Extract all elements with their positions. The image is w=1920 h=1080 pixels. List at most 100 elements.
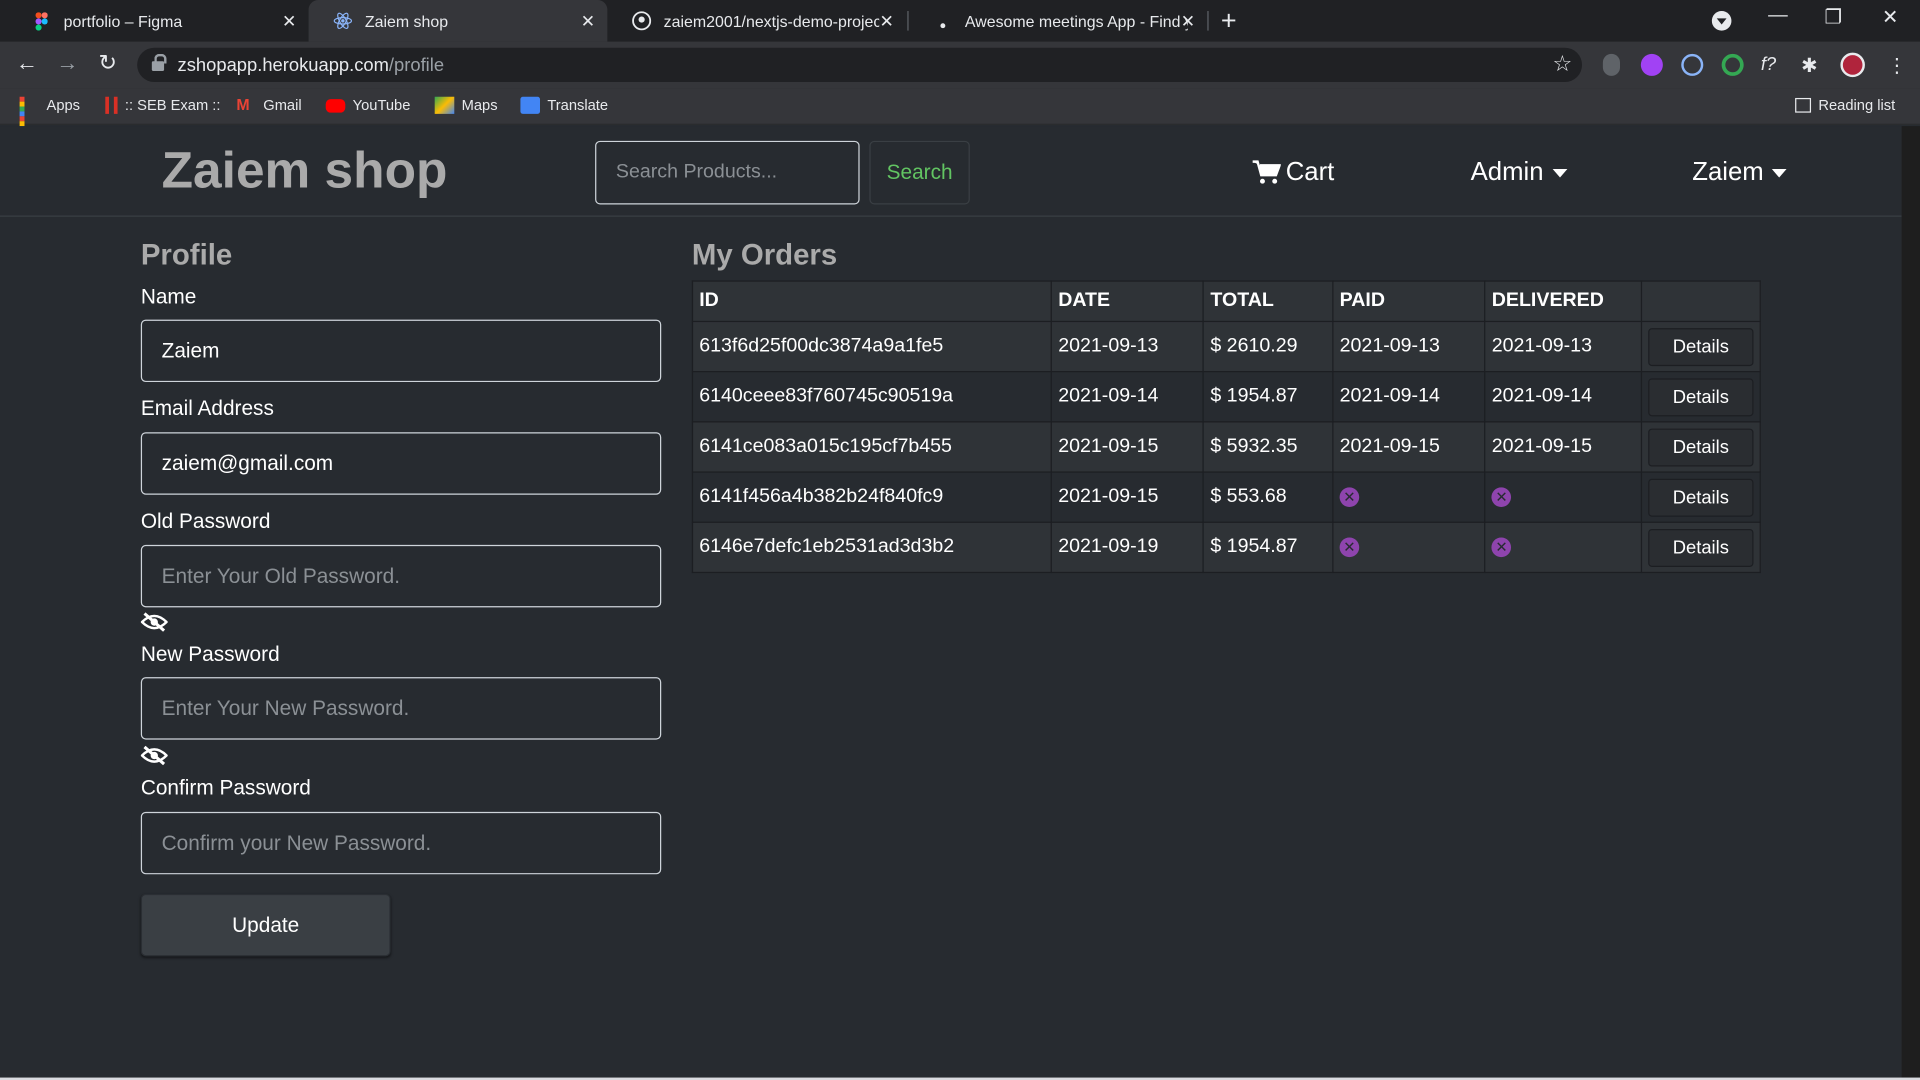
column-header: TOTAL — [1202, 280, 1334, 323]
user-dropdown[interactable]: Zaiem — [1692, 158, 1787, 187]
order-actions-cell: Details — [1640, 371, 1761, 423]
order-paid-cell: 2021-09-14 — [1332, 371, 1486, 423]
order-delivered-cell: 2021-09-15 — [1484, 421, 1643, 473]
table-row: 6146e7defc1eb2531ad3d3b2 2021-09-19 $ 1954… — [691, 521, 1761, 574]
column-header: PAID — [1332, 280, 1486, 323]
close-tab-icon[interactable]: ✕ — [581, 11, 595, 32]
tab-zaiem-shop[interactable]: Zaiem shop ✕ — [308, 0, 608, 42]
order-total-cell: $ 2610.29 — [1202, 320, 1334, 373]
apps-grid-icon — [19, 96, 40, 141]
meetings-icon — [933, 11, 953, 31]
tab-title: Zaiem shop — [364, 11, 449, 31]
order-total-cell: $ 1954.87 — [1202, 521, 1334, 574]
extension-icon[interactable] — [1602, 53, 1621, 76]
order-id-cell: 613f6d25f00dc3874a9a1fe5 — [691, 320, 1053, 373]
eye-slash-icon[interactable] — [140, 745, 168, 766]
table-row: 6141ce083a015c195cf7b455 2021-09-15 $ 5932… — [691, 421, 1761, 473]
avatar[interactable] — [1840, 52, 1865, 78]
restore-icon[interactable]: ❐ — [1825, 5, 1843, 29]
order-delivered-cell: 2021-09-13 — [1484, 320, 1643, 373]
maps-icon — [434, 96, 455, 114]
not-paid-x-icon: ✕ — [1491, 487, 1512, 507]
details-button[interactable]: Details — [1648, 377, 1754, 416]
close-tab-icon[interactable]: ✕ — [282, 11, 296, 32]
figma-icon — [32, 11, 52, 31]
search-button[interactable]: Search — [869, 140, 970, 205]
reading-list-button[interactable]: Reading list — [1795, 97, 1895, 114]
table-row: 613f6d25f00dc3874a9a1fe5 2021-09-13 $ 2610… — [691, 320, 1761, 373]
order-date-cell: 2021-09-19 — [1050, 521, 1205, 574]
order-id-cell: 6141ce083a015c195cf7b455 — [691, 421, 1053, 473]
tab-search-icon[interactable] — [1711, 11, 1732, 31]
minimize-icon[interactable]: — — [1768, 5, 1788, 27]
scrollbar[interactable] — [1901, 126, 1920, 1078]
bookmark-translate[interactable]: Translate — [520, 96, 608, 114]
chevron-down-icon — [1772, 168, 1787, 177]
reading-list-icon — [1795, 97, 1812, 113]
address-bar[interactable]: zshopapp.herokuapp.com/profile ☆ — [137, 47, 1583, 83]
bookmark-seb-exam[interactable]: :: SEB Exam :: — [105, 96, 220, 114]
tab-github[interactable]: zaiem2001/nextjs-demo-project ✕ — [607, 0, 906, 42]
close-tab-icon[interactable]: ✕ — [880, 11, 894, 32]
order-delivered-cell: 2021-09-14 — [1484, 371, 1643, 423]
bookmark-youtube[interactable]: YouTube — [325, 97, 410, 114]
new-password-field[interactable] — [140, 677, 662, 740]
name-field[interactable] — [140, 319, 662, 383]
tab-meetings[interactable]: Awesome meetings App - Find y ✕ — [909, 0, 1208, 42]
forward-icon[interactable]: → — [53, 50, 82, 76]
tab-title: portfolio – Figma — [63, 11, 183, 31]
order-date-cell: 2021-09-15 — [1050, 471, 1205, 523]
seb-icon — [105, 96, 118, 114]
order-id-cell: 6146e7defc1eb2531ad3d3b2 — [691, 521, 1053, 574]
table-row: 6140ceee83f760745c90519a 2021-09-14 $ 1954… — [691, 371, 1761, 423]
order-actions-cell: Details — [1640, 521, 1761, 574]
back-icon[interactable]: ← — [12, 50, 41, 76]
youtube-icon — [325, 98, 346, 113]
puzzle-icon[interactable]: ✱ — [1801, 54, 1823, 77]
order-delivered-cell: ✕ — [1484, 471, 1643, 523]
old-password-field[interactable] — [140, 544, 662, 608]
close-tab-icon[interactable]: ✕ — [1181, 11, 1195, 32]
bookmark-gmail[interactable]: M Gmail — [236, 96, 301, 114]
bookmark-apps[interactable]: Apps — [19, 96, 80, 141]
function-icon[interactable]: f? — [1761, 54, 1783, 76]
details-button[interactable]: Details — [1648, 427, 1754, 466]
search-input[interactable] — [595, 140, 860, 205]
translate-icon — [520, 96, 541, 114]
eye-slash-icon[interactable] — [140, 612, 168, 632]
extension-icon[interactable] — [1721, 53, 1744, 76]
lock-icon — [151, 53, 167, 72]
new-tab-icon[interactable]: + — [1221, 5, 1237, 37]
reload-icon[interactable]: ↻ — [93, 50, 122, 76]
bookmark-maps[interactable]: Maps — [434, 96, 498, 114]
update-button[interactable]: Update — [140, 893, 391, 957]
admin-dropdown[interactable]: Admin — [1471, 158, 1567, 187]
column-header: DELIVERED — [1484, 280, 1643, 323]
orders-title: My Orders — [691, 238, 838, 272]
old-password-label: Old Password — [140, 509, 271, 533]
tab-title: Awesome meetings App - Find y — [964, 11, 1188, 31]
details-button[interactable]: Details — [1648, 528, 1754, 567]
details-button[interactable]: Details — [1648, 327, 1754, 366]
url-text: zshopapp.herokuapp.com/profile — [177, 55, 445, 76]
order-total-cell: $ 5932.35 — [1202, 421, 1334, 473]
column-header: DATE — [1050, 280, 1205, 323]
name-label: Name — [140, 285, 197, 309]
order-paid-cell: 2021-09-13 — [1332, 320, 1486, 373]
confirm-password-label: Confirm Password — [140, 776, 311, 800]
column-header — [1640, 280, 1761, 323]
order-total-cell: $ 1954.87 — [1202, 371, 1334, 423]
react-devtools-icon[interactable] — [1681, 53, 1704, 76]
extension-icon[interactable] — [1640, 53, 1663, 76]
more-menu-icon[interactable]: ⋮ — [1887, 54, 1909, 77]
cart-link[interactable]: Cart — [1251, 158, 1334, 187]
confirm-password-field[interactable] — [140, 811, 662, 875]
close-window-icon[interactable]: ✕ — [1882, 5, 1898, 29]
email-field[interactable] — [140, 432, 662, 495]
bookmark-star-icon[interactable]: ☆ — [1552, 51, 1572, 77]
brand-logo[interactable]: Zaiem shop — [162, 141, 448, 200]
browser-toolbar: ← → ↻ zshopapp.herokuapp.com/profile ☆ — [0, 41, 1920, 89]
tab-figma[interactable]: portfolio – Figma ✕ — [7, 0, 308, 42]
tab-separator — [1207, 11, 1209, 31]
details-button[interactable]: Details — [1648, 478, 1754, 517]
